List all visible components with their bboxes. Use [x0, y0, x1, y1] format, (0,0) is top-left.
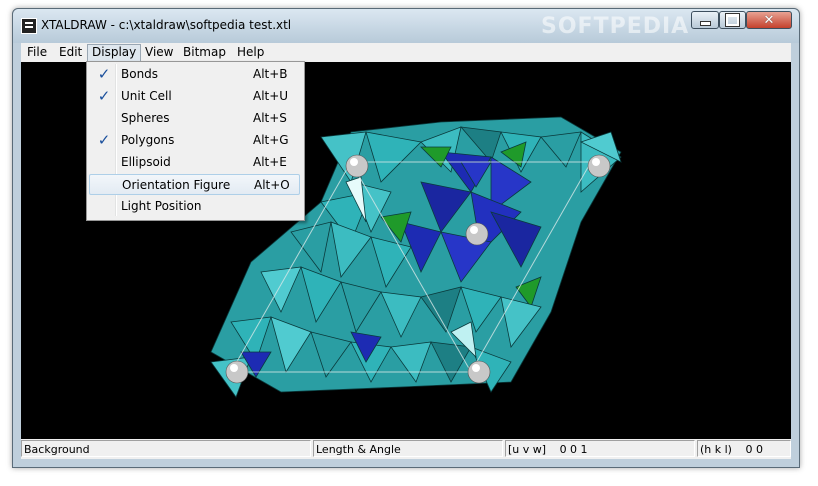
menu-item-spheres[interactable]: Spheres Alt+S [89, 108, 300, 129]
status-bar: Background Length & Angle [u v w] 0 0 1 … [21, 439, 791, 459]
menu-help[interactable]: Help [233, 44, 268, 60]
status-uvw: [u v w] 0 0 1 [505, 440, 695, 457]
menu-item-orientation-figure[interactable]: Orientation Figure Alt+O [89, 174, 300, 195]
menu-edit[interactable]: Edit [55, 44, 86, 60]
status-hkl: (h k l) 0 0 [697, 440, 791, 457]
app-icon[interactable] [21, 18, 37, 34]
uvw-values: 0 0 1 [559, 443, 588, 456]
hkl-label: (h k l) [700, 443, 732, 456]
menu-display[interactable]: Display [87, 44, 142, 62]
menu-view[interactable]: View [141, 44, 177, 60]
minimize-button[interactable] [691, 11, 719, 29]
menu-bar: File Edit Display View Bitmap Help [21, 43, 791, 62]
status-length-angle: Length & Angle [313, 440, 503, 457]
close-button[interactable]: ✕ [746, 11, 792, 29]
menu-item-unit-cell[interactable]: ✓ Unit Cell Alt+U [89, 86, 300, 107]
minimize-icon [699, 20, 711, 26]
menu-item-light-position[interactable]: Light Position [89, 196, 300, 217]
menu-item-ellipsoid[interactable]: Ellipsoid Alt+E [89, 152, 300, 173]
display-menu-dropdown: ✓ Bonds Alt+B ✓ Unit Cell Alt+U Spheres … [86, 61, 305, 221]
hkl-values: 0 0 [745, 443, 763, 456]
menu-item-bonds[interactable]: ✓ Bonds Alt+B [89, 64, 300, 85]
window-title: XTALDRAW - c:\xtaldraw\softpedia test.xt… [41, 18, 292, 32]
menu-file[interactable]: File [23, 44, 51, 60]
status-background: Background [21, 440, 311, 457]
close-icon: ✕ [763, 12, 775, 28]
menu-item-polygons[interactable]: ✓ Polygons Alt+G [89, 130, 300, 151]
checkmark-icon: ✓ [97, 65, 111, 83]
title-bar[interactable]: XTALDRAW - c:\xtaldraw\softpedia test.xt… [13, 9, 799, 43]
maximize-button[interactable] [719, 11, 746, 29]
checkmark-icon: ✓ [97, 131, 111, 149]
watermark-text: SOFTPEDIA [541, 14, 690, 39]
checkmark-icon: ✓ [97, 87, 111, 105]
uvw-label: [u v w] [508, 443, 547, 456]
maximize-icon [725, 13, 740, 27]
menu-bitmap[interactable]: Bitmap [179, 44, 230, 60]
